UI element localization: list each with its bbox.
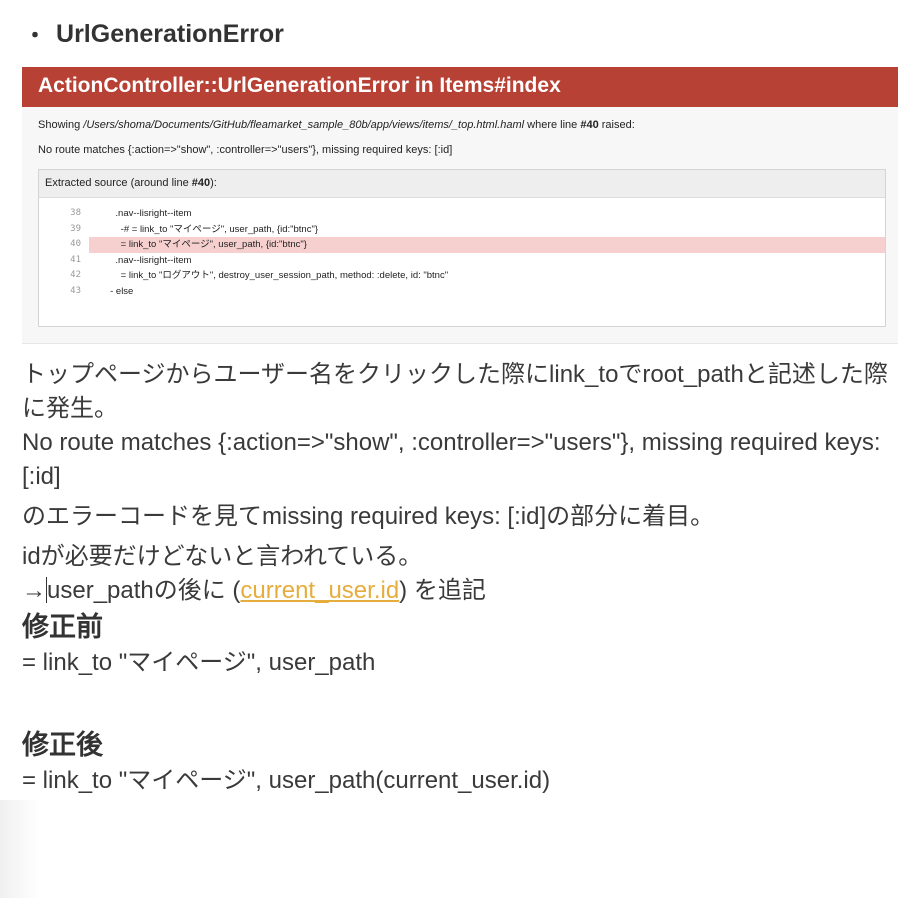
error-header: ActionController::UrlGenerationError in … — [22, 67, 898, 107]
line-number: 42 — [70, 270, 81, 281]
edge-shadow — [0, 800, 40, 898]
showing-line: Showing /Users/shoma/Documents/GitHub/fl… — [38, 119, 882, 131]
code-line: 39 -# = link_to "マイページ", user_path, {id:… — [39, 222, 885, 238]
line-number: 40 — [70, 239, 81, 250]
no-route-message: No route matches {:action=>"show", :cont… — [38, 144, 453, 156]
line-source: = link_to "マイページ", user_path, {id:"btnc"… — [89, 237, 885, 253]
source-title: Extracted source (around line #40): — [39, 170, 885, 198]
extracted-source-box: Extracted source (around line #40): 38 .… — [38, 169, 886, 327]
fix-suffix: ) を追記 — [399, 577, 486, 604]
line-source: - else — [89, 285, 134, 297]
showing-path: /Users/shoma/Documents/GitHub/fleamarket… — [83, 119, 525, 131]
line-number: 41 — [70, 254, 81, 265]
current-user-id-link[interactable]: current_user.id — [240, 577, 399, 604]
bullet-marker: ・ — [24, 23, 47, 48]
source-title-line: #40 — [191, 177, 211, 189]
line-source: -# = link_to "マイページ", user_path, {id:"bt… — [89, 223, 318, 235]
section-heading: ・ UrlGenerationError — [24, 18, 284, 50]
arrow-text: → — [22, 577, 46, 604]
showing-suffix: raised: — [598, 119, 635, 131]
before-code: = link_to "マイページ", user_path — [22, 649, 376, 676]
code-line-highlighted: 40 = link_to "マイページ", user_path, {id:"bt… — [39, 237, 885, 253]
code-line: 38 .nav--lisright--item — [39, 206, 885, 222]
note-paragraph: idが必要だけどないと言われている。 — [22, 543, 423, 570]
code-line: 43 - else — [39, 284, 885, 300]
code-line: 41 .nav--lisright--item — [39, 253, 885, 269]
after-heading: 修正後 — [22, 730, 103, 760]
showing-line-number: #40 — [580, 119, 599, 131]
source-title-prefix: Extracted source (around line — [45, 177, 192, 189]
showing-prefix: Showing — [38, 119, 84, 131]
note-paragraph: トップページからユーザー名をクリックした際にlink_toでroot_pathと… — [22, 361, 888, 422]
line-number: 39 — [70, 223, 81, 234]
note-error-message: No route matches {:action=>"show", :cont… — [22, 429, 881, 490]
code-block: 38 .nav--lisright--item 39 -# = link_to … — [39, 198, 885, 326]
line-source: .nav--lisright--item — [89, 208, 192, 219]
fix-text: user_pathの後に ( — [47, 577, 241, 604]
code-line: 42 = link_to "ログアウト", destroy_user_sessi… — [39, 268, 885, 284]
embedded-error-screenshot: ActionController::UrlGenerationError in … — [22, 67, 898, 344]
showing-middle: where line — [524, 119, 581, 131]
line-number: 43 — [70, 285, 81, 296]
line-number: 38 — [70, 208, 81, 218]
heading-text: UrlGenerationError — [56, 19, 284, 48]
before-heading: 修正前 — [22, 612, 103, 642]
notes-body[interactable]: トップページからユーザー名をクリックした際にlink_toでroot_pathと… — [22, 358, 892, 798]
note-fix-line: →user_pathの後に (current_user.id) を追記 — [22, 574, 892, 608]
line-source: = link_to "ログアウト", destroy_user_session_… — [89, 270, 449, 282]
source-title-suffix: ): — [210, 177, 217, 189]
note-paragraph: のエラーコードを見てmissing required keys: [:id]の部… — [22, 503, 715, 530]
after-code: = link_to "マイページ", user_path(current_use… — [22, 767, 551, 794]
line-source: .nav--lisright--item — [89, 254, 192, 266]
